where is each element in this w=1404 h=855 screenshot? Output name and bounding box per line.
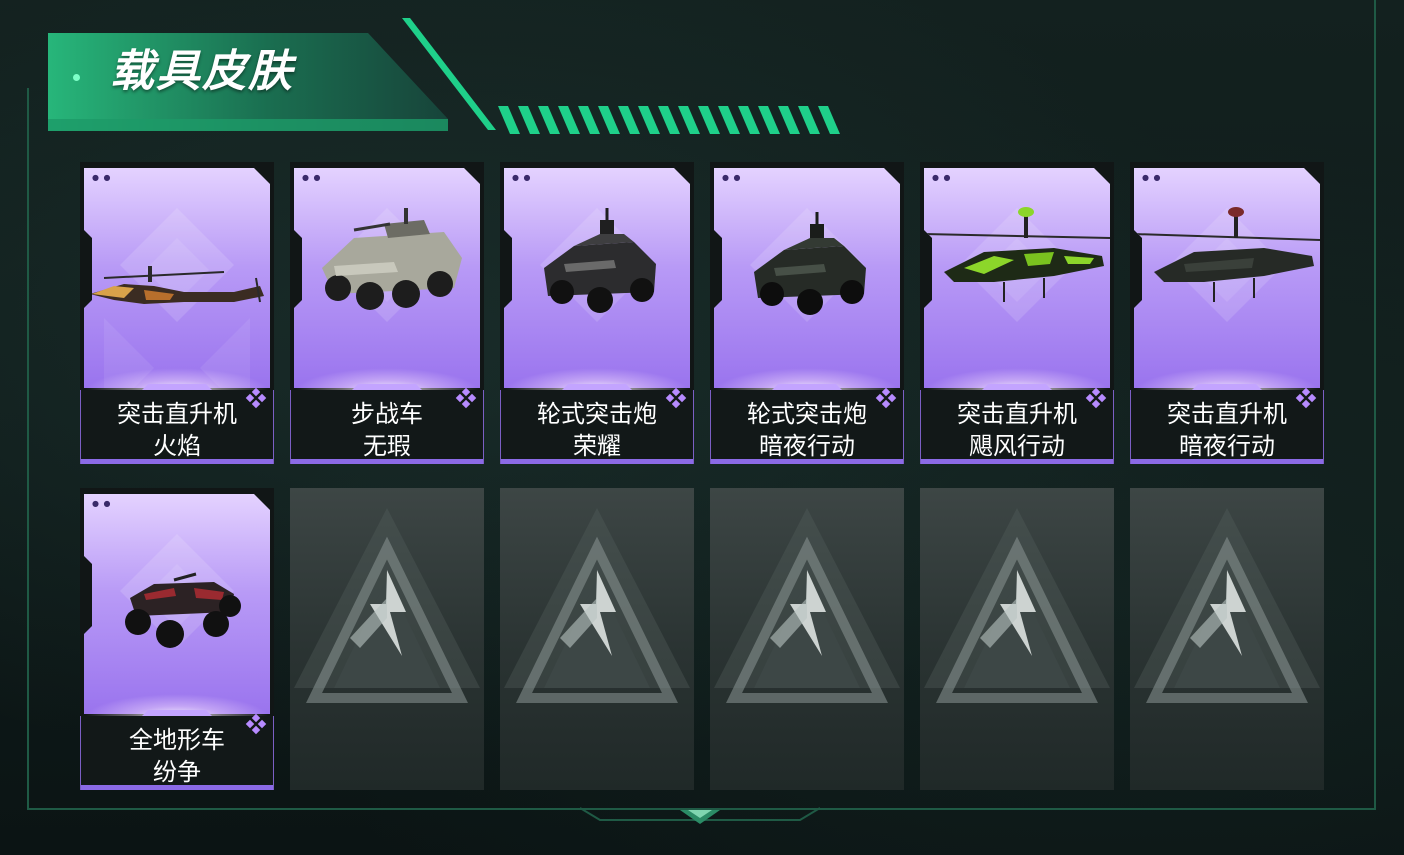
corner-dots-icon: ● ● [302,173,322,182]
atv-icon [125,572,241,648]
corner-dots-icon: ● ● [92,499,112,508]
vehicle-skins-panel: 载具皮肤 ● ● 突击直升机 火焰 ● ● 步战车 无瑕 ● ● 轮式突击炮 荣… [0,0,1404,855]
skin-card-helicopter-night[interactable]: ● ● 突击直升机 暗夜行动 [1130,162,1324,464]
skin-name: 火焰 [153,432,201,460]
corner-dots-icon: ● ● [932,173,952,182]
locked-logo-icon [504,508,690,703]
corner-dots-icon: ● ● [92,173,112,182]
skin-card-armored-car-night[interactable]: ● ● 轮式突击炮 暗夜行动 [710,162,904,464]
page-title: 载具皮肤 [110,46,294,97]
skin-name: 暗夜行动 [1179,432,1275,460]
helicopter-night-icon [1134,207,1320,302]
rarity-diamond-icon [245,714,267,735]
skin-name: 纷争 [153,758,201,786]
skin-name: 暗夜行动 [759,432,855,460]
empty-skin-slot [1130,488,1324,790]
skin-art [84,168,270,388]
corner-dots-icon: ● ● [1142,173,1162,182]
locked-logo-icon [714,508,900,703]
locked-logo-icon [294,508,480,703]
frame-left-border [27,88,29,810]
skin-art [84,494,270,714]
skin-art [924,168,1110,388]
frame-right-border [1374,0,1376,810]
corner-dots-icon: ● ● [722,173,742,182]
empty-skin-slot [710,488,904,790]
skin-art [504,168,690,388]
locked-logo-icon [1134,508,1320,703]
corner-dots-icon: ● ● [512,173,532,182]
skin-card-ifv[interactable]: ● ● 步战车 无瑕 [290,162,484,464]
skin-card-armored-car-glory[interactable]: ● ● 轮式突击炮 荣耀 [500,162,694,464]
skin-name: 飓风行动 [969,432,1065,460]
skin-name: 荣耀 [573,432,621,460]
helicopter-hurricane-icon [924,207,1110,302]
empty-skin-slot [290,488,484,790]
skin-card-helicopter-hurricane[interactable]: ● ● 突击直升机 飓风行动 [920,162,1114,464]
skin-name: 无瑕 [363,432,411,460]
title-dot-icon [73,74,80,81]
skin-card-atv[interactable]: ● ● 全地形车 纷争 [80,488,274,790]
skin-art [294,168,480,388]
rarity-diamond-icon [1295,388,1317,409]
locked-logo-icon [924,508,1110,703]
title-slash-ornament [402,18,496,130]
title-stripes-ornament [498,106,840,134]
bottom-notch-ornament [580,807,820,824]
skin-card-helicopter-flame[interactable]: ● ● 突击直升机 火焰 [80,162,274,464]
rarity-diamond-icon [455,388,477,409]
rarity-diamond-icon [875,388,897,409]
rarity-diamond-icon [665,388,687,409]
skin-art [714,168,900,388]
rarity-diamond-icon [245,388,267,409]
empty-skin-slot [500,488,694,790]
skin-art [1134,168,1320,388]
rarity-diamond-icon [1085,388,1107,409]
armored-car-glory-icon [544,208,656,313]
ifv-icon [322,208,462,310]
armored-car-night-icon [754,212,866,315]
empty-skin-slot [920,488,1114,790]
helicopter-flame-icon [90,266,264,304]
